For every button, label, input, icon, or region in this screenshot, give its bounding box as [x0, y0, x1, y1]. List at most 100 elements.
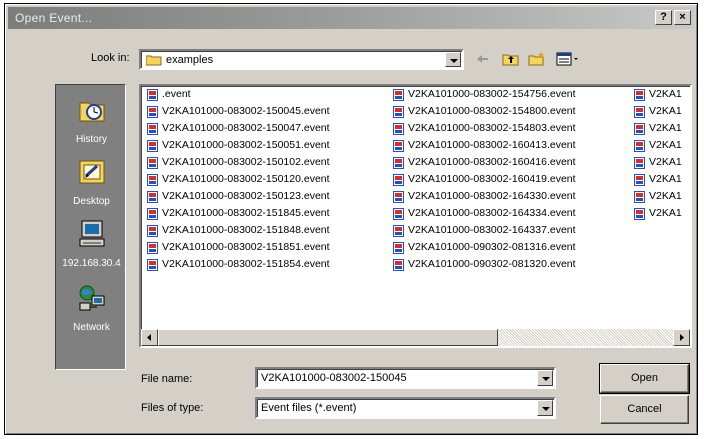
place-network[interactable]: Network	[56, 283, 127, 333]
file-item[interactable]: V2KA101000-083002-154756.event	[391, 87, 576, 104]
file-item-name: V2KA101000-083002-160416.event	[408, 156, 576, 168]
file-item[interactable]: V2KA101000-083002-154803.event	[391, 121, 576, 138]
event-file-icon	[634, 191, 645, 203]
file-item[interactable]: V2KA1	[632, 172, 682, 189]
event-file-icon	[393, 140, 404, 152]
file-item[interactable]: V2KA101000-083002-150120.event	[145, 172, 330, 189]
file-column-1: .event V2KA101000-083002-150045.event V2KA…	[145, 87, 330, 274]
file-item-name: V2KA101000-083002-151854.event	[162, 258, 330, 270]
file-item-name: V2KA101000-083002-160413.event	[408, 139, 576, 151]
place-computer[interactable]: 192.168.30.4	[56, 219, 127, 269]
file-item[interactable]: V2KA1	[632, 206, 682, 223]
file-item[interactable]: V2KA101000-083002-160416.event	[391, 155, 576, 172]
file-item-name: V2KA101000-083002-151851.event	[162, 241, 330, 253]
file-item[interactable]: V2KA101000-083002-150051.event	[145, 138, 330, 155]
file-item-name: V2KA101000-083002-160419.event	[408, 173, 576, 185]
event-file-icon	[147, 157, 158, 169]
file-item-name: V2KA101000-083002-150120.event	[162, 173, 330, 185]
event-file-icon	[147, 89, 158, 101]
horizontal-scrollbar[interactable]	[141, 329, 690, 346]
places-bar: History Desktop 192.168.30.4 Network	[55, 84, 126, 370]
look-in-dropdown-arrow[interactable]	[445, 52, 461, 67]
file-item[interactable]: V2KA101000-083002-151854.event	[145, 257, 330, 274]
file-item[interactable]: V2KA101000-083002-164330.event	[391, 189, 576, 206]
event-file-icon	[634, 140, 645, 152]
event-file-icon	[393, 191, 404, 203]
title-bar[interactable]: Open Event... ? ×	[8, 7, 694, 29]
desktop-icon	[56, 157, 127, 190]
file-list[interactable]: .event V2KA101000-083002-150045.event V2KA…	[139, 84, 692, 348]
event-file-icon	[393, 208, 404, 220]
place-label: 192.168.30.4	[62, 258, 121, 269]
event-file-icon	[147, 123, 158, 135]
file-item[interactable]: V2KA101000-083002-151851.event	[145, 240, 330, 257]
file-item[interactable]: V2KA101000-083002-150123.event	[145, 189, 330, 206]
file-column-3: V2KA1 V2KA1 V2KA1 V2KA1 V2KA1 V2KA1 V2KA1 V2KA1	[632, 87, 682, 223]
view-menu-icon[interactable]	[555, 50, 581, 68]
event-file-icon	[147, 174, 158, 186]
file-item[interactable]: V2KA1	[632, 104, 682, 121]
file-item-name: V2KA101000-083002-164334.event	[408, 207, 576, 219]
file-item[interactable]: V2KA101000-083002-160419.event	[391, 172, 576, 189]
event-file-icon	[147, 259, 158, 271]
file-item[interactable]: V2KA101000-083002-164334.event	[391, 206, 576, 223]
file-item[interactable]: V2KA101000-083002-154800.event	[391, 104, 576, 121]
scroll-thumb[interactable]	[158, 329, 498, 346]
file-item-name: V2KA101000-083002-164337.event	[408, 224, 576, 236]
file-item[interactable]: V2KA1	[632, 121, 682, 138]
file-item-name: V2KA101000-083002-154803.event	[408, 122, 576, 134]
file-item[interactable]: V2KA101000-083002-160413.event	[391, 138, 576, 155]
file-name-input[interactable]: V2KA101000-083002-150045	[255, 367, 556, 389]
back-icon[interactable]	[473, 50, 493, 68]
file-item-name: V2KA1	[649, 105, 682, 117]
file-item-name: V2KA101000-083002-150051.event	[162, 139, 330, 151]
file-item[interactable]: V2KA1	[632, 189, 682, 206]
file-item-name: V2KA101000-090302-081316.event	[408, 241, 576, 253]
folder-icon	[145, 54, 162, 69]
file-type-label: Files of type:	[141, 402, 204, 414]
event-file-icon	[393, 225, 404, 237]
scroll-left-button[interactable]	[141, 329, 158, 346]
place-desktop[interactable]: Desktop	[56, 157, 127, 207]
file-item[interactable]: V2KA1	[632, 155, 682, 172]
event-file-icon	[147, 191, 158, 203]
event-file-icon	[393, 174, 404, 186]
history-icon	[56, 95, 127, 128]
file-item[interactable]: V2KA101000-090302-081316.event	[391, 240, 576, 257]
event-file-icon	[393, 157, 404, 169]
file-item-name: V2KA1	[649, 139, 682, 151]
event-file-icon	[147, 225, 158, 237]
look-in-dropdown[interactable]: examples	[139, 49, 464, 70]
close-button[interactable]: ×	[674, 10, 691, 25]
place-history[interactable]: History	[56, 95, 127, 145]
place-label: Desktop	[73, 196, 110, 207]
file-item[interactable]: V2KA101000-090302-081320.event	[391, 257, 576, 274]
file-item[interactable]: V2KA101000-083002-151848.event	[145, 223, 330, 240]
event-file-icon	[393, 106, 404, 118]
up-folder-icon[interactable]	[501, 50, 521, 68]
file-item[interactable]: V2KA101000-083002-164337.event	[391, 223, 576, 240]
help-button[interactable]: ?	[655, 10, 672, 25]
event-file-icon	[393, 123, 404, 135]
look-in-label: Look in:	[91, 52, 130, 64]
new-folder-icon[interactable]	[527, 50, 547, 68]
cancel-button[interactable]: Cancel	[600, 395, 689, 424]
file-type-value: Event files (*.event)	[261, 402, 357, 414]
file-item[interactable]: V2KA101000-083002-150045.event	[145, 104, 330, 121]
file-item[interactable]: V2KA101000-083002-150047.event	[145, 121, 330, 138]
file-item[interactable]: V2KA1	[632, 138, 682, 155]
event-file-icon	[393, 259, 404, 271]
scroll-right-button[interactable]	[673, 329, 690, 346]
window-title: Open Event...	[15, 11, 93, 25]
file-item[interactable]: V2KA1	[632, 87, 682, 104]
event-file-icon	[634, 89, 645, 101]
event-file-icon	[147, 140, 158, 152]
file-type-select[interactable]: Event files (*.event)	[255, 397, 556, 419]
file-name-dropdown-arrow[interactable]	[537, 370, 553, 386]
file-item[interactable]: .event	[145, 87, 330, 104]
open-button[interactable]: Open	[599, 363, 690, 394]
file-item[interactable]: V2KA101000-083002-151845.event	[145, 206, 330, 223]
file-type-dropdown-arrow[interactable]	[537, 400, 553, 416]
file-item[interactable]: V2KA101000-083002-150102.event	[145, 155, 330, 172]
file-item-name: V2KA101000-083002-164330.event	[408, 190, 576, 202]
